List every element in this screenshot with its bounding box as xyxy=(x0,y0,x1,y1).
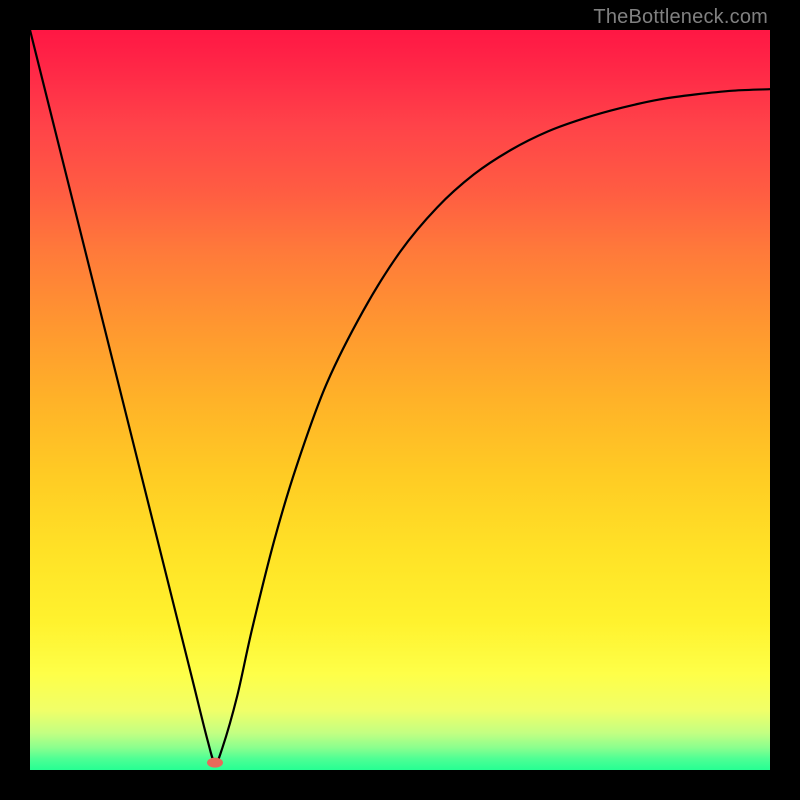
plot-background-gradient xyxy=(30,30,770,770)
watermark-text: TheBottleneck.com xyxy=(593,6,768,29)
plot-area xyxy=(30,30,770,770)
